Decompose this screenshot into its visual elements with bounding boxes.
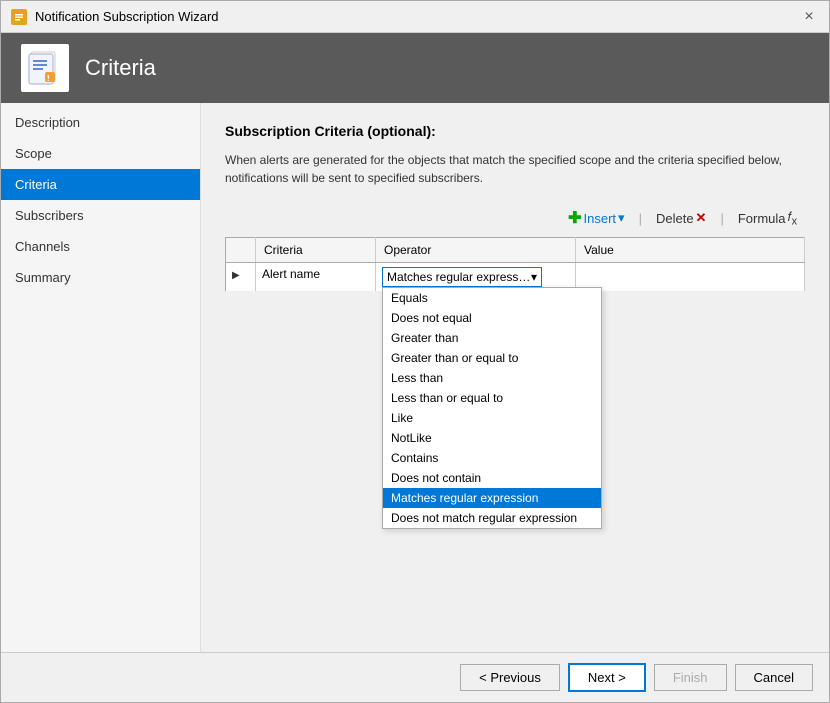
- option-greater-than-or-equal[interactable]: Greater than or equal to: [383, 348, 601, 368]
- col-header-criteria: Criteria: [256, 238, 376, 263]
- criteria-table: Criteria Operator Value ▶ Alert name: [225, 237, 805, 292]
- app-icon: [11, 9, 27, 25]
- row-arrow-cell: ▶: [226, 263, 256, 292]
- operator-dropdown-list: Equals Does not equal Greater than Great…: [382, 287, 602, 529]
- sidebar-item-subscribers[interactable]: Subscribers: [1, 200, 200, 231]
- criteria-toolbar: ✚ Insert ▾ | Delete ✕ | Formula 𝑓x: [225, 205, 805, 231]
- delete-x-icon: ✕: [696, 210, 707, 226]
- sidebar-item-criteria[interactable]: Criteria: [1, 169, 200, 200]
- option-does-not-contain[interactable]: Does not contain: [383, 468, 601, 488]
- insert-label: Insert: [584, 211, 617, 226]
- value-cell[interactable]: [576, 263, 805, 292]
- sidebar: Description Scope Criteria Subscribers C…: [1, 103, 201, 652]
- description-text: When alerts are generated for the object…: [225, 151, 805, 187]
- main-window: Notification Subscription Wizard × ! Cri…: [0, 0, 830, 703]
- option-does-not-match-regex[interactable]: Does not match regular expression: [383, 508, 601, 528]
- table-row: ▶ Alert name Matches regular expression …: [226, 263, 805, 292]
- close-button[interactable]: ×: [799, 7, 819, 27]
- option-matches-regex[interactable]: Matches regular expression: [383, 488, 601, 508]
- operator-selected-value: Matches regular expression: [387, 270, 531, 284]
- operator-dropdown-arrow: ▾: [531, 270, 537, 284]
- footer: < Previous Next > Finish Cancel: [1, 652, 829, 702]
- option-less-than[interactable]: Less than: [383, 368, 601, 388]
- section-title: Subscription Criteria (optional):: [225, 123, 805, 139]
- option-contains[interactable]: Contains: [383, 448, 601, 468]
- next-button[interactable]: Next >: [568, 663, 646, 692]
- operator-dropdown[interactable]: Matches regular expression ▾ Equals Does…: [382, 267, 542, 287]
- title-bar-left: Notification Subscription Wizard: [11, 9, 219, 25]
- option-greater-than[interactable]: Greater than: [383, 328, 601, 348]
- row-arrow: ▶: [232, 270, 240, 281]
- col-header-check: [226, 238, 256, 263]
- sidebar-item-summary[interactable]: Summary: [1, 262, 200, 293]
- svg-text:!: !: [47, 74, 50, 83]
- title-bar-text: Notification Subscription Wizard: [35, 9, 219, 24]
- separator-1: |: [639, 211, 642, 226]
- option-equals[interactable]: Equals: [383, 288, 601, 308]
- option-like[interactable]: Like: [383, 408, 601, 428]
- option-does-not-equal[interactable]: Does not equal: [383, 308, 601, 328]
- sidebar-item-description[interactable]: Description: [1, 107, 200, 138]
- formula-icon: 𝑓x: [788, 209, 797, 228]
- insert-dropdown-arrow: ▾: [618, 210, 625, 226]
- sidebar-item-scope[interactable]: Scope: [1, 138, 200, 169]
- operator-cell: Matches regular expression ▾ Equals Does…: [376, 263, 576, 292]
- content-area: Description Scope Criteria Subscribers C…: [1, 103, 829, 652]
- delete-button[interactable]: Delete ✕: [648, 207, 714, 229]
- plus-icon: ✚: [568, 208, 581, 228]
- col-header-value: Value: [576, 238, 805, 263]
- main-panel: Subscription Criteria (optional): When a…: [201, 103, 829, 652]
- delete-label: Delete: [656, 211, 694, 226]
- insert-button[interactable]: ✚ Insert ▾: [560, 205, 632, 231]
- finish-button[interactable]: Finish: [654, 664, 727, 691]
- header-banner: ! Criteria: [1, 33, 829, 103]
- sidebar-item-channels[interactable]: Channels: [1, 231, 200, 262]
- col-header-operator: Operator: [376, 238, 576, 263]
- formula-label: Formula: [738, 211, 786, 226]
- separator-2: |: [720, 211, 723, 226]
- criteria-cell: Alert name: [256, 263, 376, 292]
- formula-button[interactable]: Formula 𝑓x: [730, 206, 805, 231]
- option-less-than-or-equal[interactable]: Less than or equal to: [383, 388, 601, 408]
- header-title: Criteria: [85, 55, 156, 81]
- previous-button[interactable]: < Previous: [460, 664, 560, 691]
- cancel-button[interactable]: Cancel: [735, 664, 813, 691]
- header-icon: !: [21, 44, 69, 92]
- title-bar: Notification Subscription Wizard ×: [1, 1, 829, 33]
- option-notlike[interactable]: NotLike: [383, 428, 601, 448]
